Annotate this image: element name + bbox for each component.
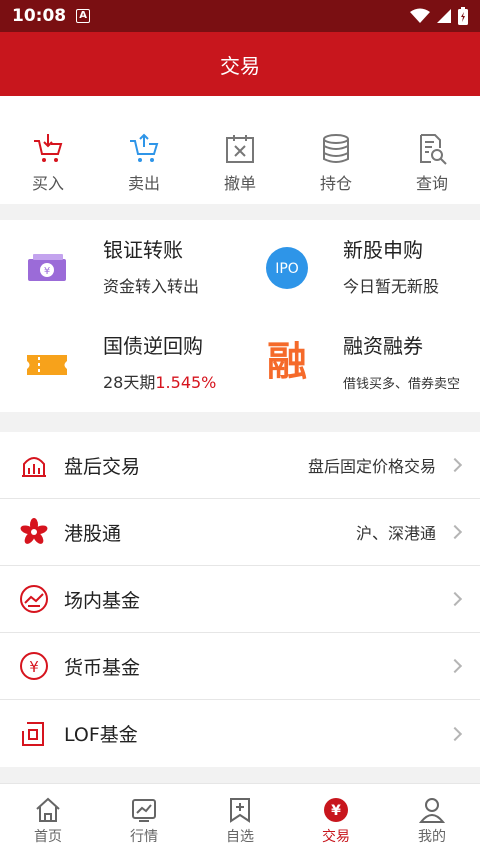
margin-icon: 融 <box>265 340 309 384</box>
services-card: ¥ 银证转账 资金转入转出 IPO 新股申购 今日暂无新股 国债逆回购 28天期… <box>0 220 480 412</box>
margin-trading-item[interactable]: 融 融资融券 借钱买多、借券卖空 <box>240 316 480 412</box>
chevron-right-icon <box>447 658 463 674</box>
sell-button[interactable]: 卖出 <box>96 96 192 204</box>
ipo-icon: IPO <box>265 246 309 290</box>
menu-after-hours-desc: 盘后固定价格交易 <box>307 457 436 476</box>
market-chart-icon <box>132 799 156 822</box>
tab-trade[interactable]: ¥ 交易 <box>288 784 384 853</box>
chevron-right-icon <box>447 591 463 607</box>
menu-money-fund-title: 货币基金 <box>64 656 141 679</box>
reverse-repo-subtitle: 28天期1.545% <box>103 369 216 393</box>
status-icons <box>410 7 468 25</box>
margin-trading-subtitle: 借钱买多、借券卖空 <box>343 377 461 392</box>
menu-money-fund[interactable]: ¥ 货币基金 <box>0 633 480 700</box>
chevron-right-icon <box>447 524 463 540</box>
notification-a-icon: A <box>76 9 91 23</box>
ipo-subscribe-title: 新股申购 <box>343 238 423 262</box>
tab-home-label: 首页 <box>34 829 62 845</box>
ticket-icon <box>25 343 69 387</box>
tab-watchlist-label: 自选 <box>226 829 254 845</box>
tab-trade-label: 交易 <box>322 829 350 845</box>
chevron-right-icon <box>447 457 463 473</box>
reverse-repo-item[interactable]: 国债逆回购 28天期1.545% <box>0 316 240 412</box>
cart-in-icon <box>34 134 63 162</box>
home-icon <box>36 797 60 822</box>
status-bar: 10:08 A <box>0 0 480 32</box>
battery-icon <box>458 7 468 25</box>
menu-after-hours-title: 盘后交易 <box>64 455 141 478</box>
chevron-right-icon <box>447 726 463 741</box>
database-icon <box>323 134 349 163</box>
ipo-icon-text: IPO <box>275 261 299 277</box>
yuan-circle-icon: ¥ <box>324 798 348 822</box>
tab-market[interactable]: 行情 <box>96 784 192 853</box>
after-hours-chart-icon <box>18 449 50 481</box>
menu-exchange-fund[interactable]: 场内基金 <box>0 566 480 633</box>
calendar-cancel-icon <box>226 135 254 163</box>
document-search-icon <box>420 134 447 165</box>
cart-out-icon <box>130 133 159 162</box>
positions-button[interactable]: 持仓 <box>288 96 384 204</box>
menu-after-hours[interactable]: 盘后交易 盘后固定价格交易 <box>0 432 480 499</box>
menu-lof-fund[interactable]: LOF基金 <box>0 700 480 767</box>
tab-profile[interactable]: 我的 <box>384 784 480 853</box>
positions-label: 持仓 <box>319 174 352 193</box>
menu-hk-connect[interactable]: 港股通 沪、深港通 <box>0 499 480 566</box>
page-title-bar: 交易 <box>0 32 480 96</box>
margin-icon-text: 融 <box>267 339 307 385</box>
signal-icon <box>437 9 451 23</box>
svg-text:¥: ¥ <box>44 266 50 277</box>
yuan-coin-icon: ¥ <box>18 650 50 682</box>
trade-tab-icon-text: ¥ <box>331 803 341 819</box>
menu-lof-fund-title: LOF基金 <box>64 724 138 746</box>
query-label: 查询 <box>415 174 448 193</box>
tab-profile-label: 我的 <box>418 829 446 845</box>
fund-trend-icon <box>18 583 50 615</box>
svg-text:¥: ¥ <box>29 658 39 676</box>
trade-menu-list: 盘后交易 盘后固定价格交易 港股通 沪、深港通 场内基金 ¥ 货币基金 LOF基… <box>0 432 480 767</box>
bank-transfer-subtitle: 资金转入转出 <box>103 277 200 296</box>
bottom-tab-bar: 首页 行情 自选 ¥ 交易 我的 <box>0 783 480 853</box>
wifi-icon <box>410 8 430 23</box>
status-time: 10:08 <box>12 6 67 26</box>
bank-transfer-title: 银证转账 <box>103 238 183 262</box>
cancel-order-label: 撤单 <box>223 174 256 193</box>
reverse-repo-title: 国债逆回购 <box>103 334 203 358</box>
lof-fund-icon <box>18 718 50 750</box>
bookmark-plus-icon <box>230 798 250 823</box>
reverse-repo-rate: 1.545% <box>155 373 217 392</box>
menu-hk-connect-title: 港股通 <box>64 522 122 545</box>
cancel-order-button[interactable]: 撤单 <box>192 96 288 204</box>
page-title: 交易 <box>220 53 260 78</box>
tab-watchlist[interactable]: 自选 <box>192 784 288 853</box>
user-icon <box>418 798 446 823</box>
buy-button[interactable]: 买入 <box>0 96 96 204</box>
menu-exchange-fund-title: 场内基金 <box>64 589 141 612</box>
buy-label: 买入 <box>31 174 64 193</box>
sell-label: 卖出 <box>127 174 160 193</box>
reverse-repo-term: 28天期 <box>103 373 156 392</box>
margin-trading-title: 融资融券 <box>343 334 423 358</box>
ipo-subscribe-item[interactable]: IPO 新股申购 今日暂无新股 <box>240 220 480 316</box>
bauhinia-icon <box>18 516 50 548</box>
menu-hk-connect-desc: 沪、深港通 <box>355 524 436 543</box>
quick-actions: 买入 卖出 撤单 持仓 查询 <box>0 96 480 204</box>
tab-market-label: 行情 <box>130 829 158 845</box>
bank-transfer-icon: ¥ <box>25 247 69 291</box>
bank-transfer-item[interactable]: ¥ 银证转账 资金转入转出 <box>0 220 240 316</box>
query-button[interactable]: 查询 <box>384 96 480 204</box>
ipo-subscribe-subtitle: 今日暂无新股 <box>343 277 440 296</box>
tab-home[interactable]: 首页 <box>0 784 96 853</box>
